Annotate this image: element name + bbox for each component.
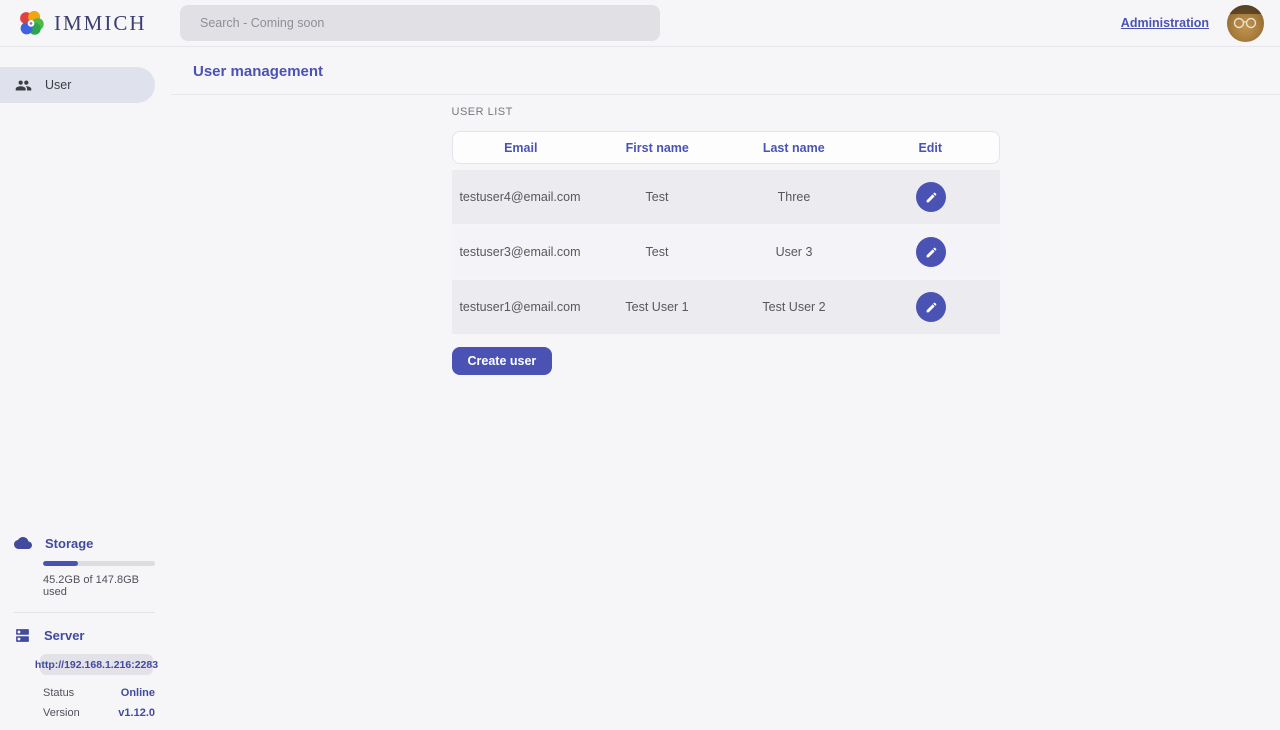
storage-title: Storage bbox=[45, 536, 93, 551]
column-header-email: Email bbox=[453, 141, 590, 155]
top-navigation-bar: IMMICH Administration bbox=[0, 0, 1280, 47]
server-url-badge: http://192.168.1.216:2283 bbox=[40, 654, 153, 675]
column-header-first-name: First name bbox=[589, 141, 726, 155]
cell-email: testuser3@email.com bbox=[452, 245, 589, 259]
server-title: Server bbox=[44, 628, 84, 643]
server-section-header: Server bbox=[0, 627, 155, 644]
cloud-icon bbox=[14, 534, 32, 552]
status-value: Online bbox=[121, 687, 155, 699]
storage-section-header: Storage bbox=[0, 534, 155, 552]
pencil-icon bbox=[925, 246, 938, 259]
user-table-header: Email First name Last name Edit bbox=[452, 131, 1000, 164]
page-title: User management bbox=[171, 47, 1280, 80]
server-status-row: Status Online bbox=[43, 687, 155, 699]
edit-user-button[interactable] bbox=[916, 292, 946, 322]
cell-first-name: Test bbox=[589, 190, 726, 204]
cell-first-name: Test User 1 bbox=[589, 300, 726, 314]
glasses-icon bbox=[1233, 17, 1258, 29]
edit-user-button[interactable] bbox=[916, 182, 946, 212]
storage-usage-text: 45.2GB of 147.8GB used bbox=[43, 574, 155, 598]
table-row: testuser1@email.com Test User 1 Test Use… bbox=[452, 280, 1000, 334]
cell-first-name: Test bbox=[589, 245, 726, 259]
sidebar: User Storage 45.2GB of 147.8GB used bbox=[0, 47, 171, 729]
pencil-icon bbox=[925, 191, 938, 204]
server-icon bbox=[14, 627, 31, 644]
main-content: User management USER LIST Email First na… bbox=[171, 47, 1280, 729]
storage-progress-fill bbox=[43, 561, 78, 566]
cell-email: testuser4@email.com bbox=[452, 190, 589, 204]
sidebar-item-label: User bbox=[45, 78, 71, 92]
users-icon bbox=[15, 77, 32, 94]
version-value: v1.12.0 bbox=[118, 707, 155, 719]
cell-last-name: Test User 2 bbox=[726, 300, 863, 314]
version-label: Version bbox=[43, 707, 80, 719]
pencil-icon bbox=[925, 301, 938, 314]
column-header-last-name: Last name bbox=[726, 141, 863, 155]
edit-user-button[interactable] bbox=[916, 237, 946, 267]
cell-email: testuser1@email.com bbox=[452, 300, 589, 314]
status-label: Status bbox=[43, 687, 74, 699]
immich-logo[interactable]: IMMICH bbox=[0, 8, 171, 38]
table-row: testuser3@email.com Test User 3 bbox=[452, 225, 1000, 279]
table-row: testuser4@email.com Test Three bbox=[452, 170, 1000, 224]
create-user-button[interactable]: Create user bbox=[452, 347, 553, 375]
brand-wordmark: IMMICH bbox=[54, 11, 147, 36]
search-input[interactable] bbox=[180, 5, 660, 41]
user-list-section-label: USER LIST bbox=[452, 106, 1000, 118]
user-avatar[interactable] bbox=[1227, 5, 1264, 42]
sidebar-divider bbox=[14, 612, 155, 613]
storage-progress-bar bbox=[43, 561, 155, 566]
server-version-row: Version v1.12.0 bbox=[43, 707, 155, 719]
column-header-edit: Edit bbox=[862, 141, 999, 155]
sidebar-footer: Storage 45.2GB of 147.8GB used Server ht… bbox=[0, 534, 155, 719]
sidebar-item-user[interactable]: User bbox=[0, 67, 155, 103]
immich-flower-icon bbox=[16, 8, 46, 38]
cell-last-name: User 3 bbox=[726, 245, 863, 259]
cell-last-name: Three bbox=[726, 190, 863, 204]
title-divider bbox=[171, 94, 1280, 95]
administration-link[interactable]: Administration bbox=[1121, 16, 1209, 30]
